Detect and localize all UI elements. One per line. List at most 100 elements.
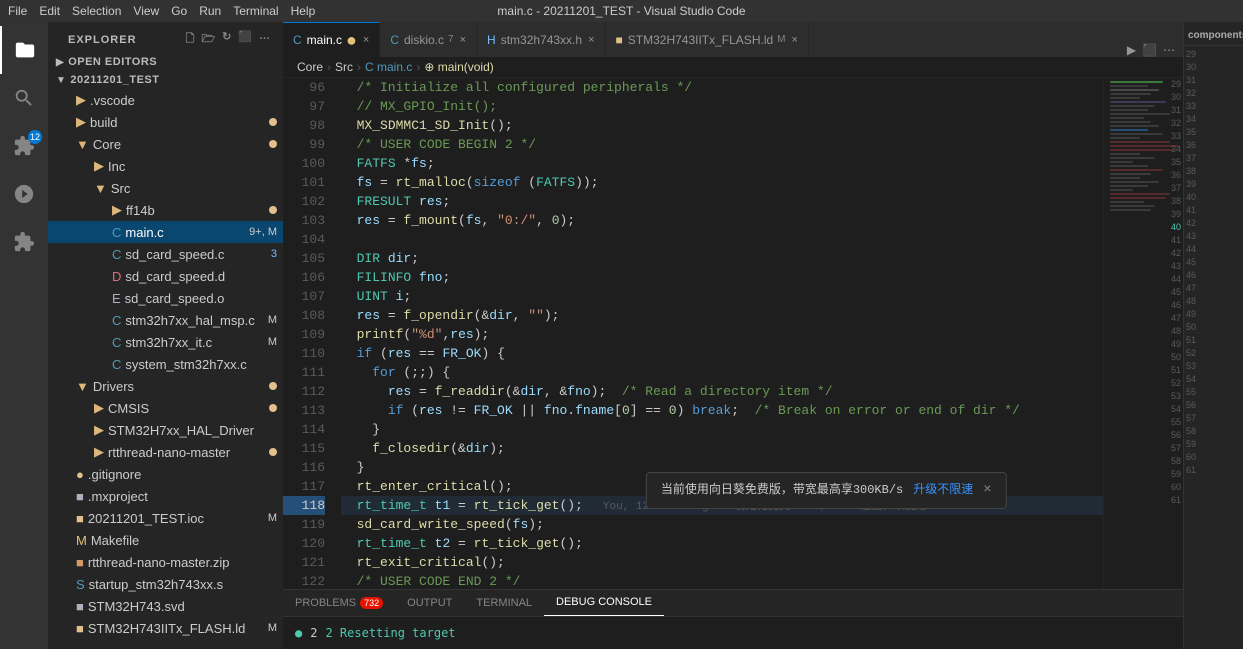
code-area[interactable]: /* Initialize all configured peripherals… xyxy=(333,78,1103,589)
toast-close-button[interactable]: × xyxy=(983,481,991,500)
collapse-icon[interactable]: ⬛ xyxy=(238,30,253,49)
activity-explorer[interactable] xyxy=(0,26,48,74)
file-sd-card-speed-o[interactable]: E sd_card_speed.o xyxy=(48,287,283,309)
activity-search[interactable] xyxy=(0,74,48,122)
ln-101: 101 xyxy=(283,173,325,192)
tab-stm32h743xx-h[interactable]: H stm32h743xx.h × xyxy=(477,22,606,57)
bottom-content: ● 2 2 Resetting target xyxy=(283,617,1183,649)
file-stm32h7xx-it[interactable]: C stm32h7xx_it.c M xyxy=(48,331,283,353)
file-vscode[interactable]: ▶ .vscode xyxy=(48,89,283,111)
breadcrumb-part-src[interactable]: Src xyxy=(335,60,353,74)
tab-debug-console[interactable]: DEBUG CONSOLE xyxy=(544,589,664,616)
debug-icon[interactable]: ⬛ xyxy=(1142,43,1157,57)
file-hal-driver[interactable]: ▶ STM32H7xx_HAL_Driver xyxy=(48,419,283,441)
folder-open-icon: ▼ xyxy=(76,137,89,152)
code-line-115: f_closedir(&dir); xyxy=(341,439,1103,458)
right-panel-header: components xyxy=(1184,26,1243,46)
file-ff14b[interactable]: ▶ ff14b xyxy=(48,199,283,221)
menu-edit[interactable]: Edit xyxy=(39,4,60,18)
breadcrumb-part-c[interactable]: C main.c xyxy=(365,60,412,74)
menu-terminal[interactable]: Terminal xyxy=(233,4,278,18)
activity-git[interactable]: 12 xyxy=(0,122,48,170)
svd-icon: ■ xyxy=(76,599,84,614)
problems-label: PROBLEMS xyxy=(295,597,356,609)
file-main-c[interactable]: C main.c 9+, M xyxy=(48,221,283,243)
activity-extensions[interactable] xyxy=(0,218,48,266)
debug-console-label: DEBUG CONSOLE xyxy=(556,596,652,608)
file-build[interactable]: ▶ build xyxy=(48,111,283,133)
tab-terminal[interactable]: TERMINAL xyxy=(464,589,544,616)
file-mxproject[interactable]: ■ .mxproject xyxy=(48,485,283,507)
run-icon[interactable]: ▶ xyxy=(1127,43,1136,57)
new-folder-icon[interactable]: 🗁 xyxy=(201,30,216,49)
minimap[interactable]: 2930313233 3435363738 3940414243 4445464… xyxy=(1103,78,1183,589)
ln-109: 109 xyxy=(283,325,325,344)
file-src[interactable]: ▼ Src xyxy=(48,177,283,199)
file-label: STM32H743IITx_FLASH.ld xyxy=(88,621,268,636)
menu-selection[interactable]: Selection xyxy=(72,4,121,18)
activity-debug[interactable] xyxy=(0,170,48,218)
more-actions-icon[interactable]: ⋯ xyxy=(1163,43,1175,57)
toast-upgrade-link[interactable]: 升级不限速 xyxy=(913,481,973,500)
open-editors-section[interactable]: ▶ OPEN EDITORS xyxy=(48,53,283,71)
tab-diskio-c[interactable]: C diskio.c 7 × xyxy=(380,22,477,57)
file-stm32h7xx-hal-msp[interactable]: C stm32h7xx_hal_msp.c M xyxy=(48,309,283,331)
menu-go[interactable]: Go xyxy=(171,4,187,18)
d-file-icon: D xyxy=(112,269,121,284)
file-sd-card-speed-c[interactable]: C sd_card_speed.c 3 xyxy=(48,243,283,265)
refresh-icon[interactable]: ↻ xyxy=(222,30,232,49)
code-line-120: rt_time_t t2 = rt_tick_get(); xyxy=(341,534,1103,553)
tab-main-c[interactable]: C main.c ● × xyxy=(283,22,380,57)
more-icon[interactable]: … xyxy=(259,30,271,49)
file-gitignore[interactable]: ● .gitignore xyxy=(48,463,283,485)
tab-flash-ld[interactable]: ■ STM32H743IITx_FLASH.ld M × xyxy=(606,22,809,57)
code-line-104 xyxy=(341,230,1103,249)
folder-icon: ▶ xyxy=(94,422,104,438)
file-label: stm32h7xx_hal_msp.c xyxy=(125,313,267,328)
dot-modified xyxy=(269,382,277,390)
ln-122: 122 xyxy=(283,572,325,589)
o-file-icon: E xyxy=(112,291,121,306)
tab-close-button[interactable]: × xyxy=(363,34,369,46)
menu-view[interactable]: View xyxy=(133,4,159,18)
file-drivers[interactable]: ▼ Drivers xyxy=(48,375,283,397)
file-rtthread-zip[interactable]: ■ rtthread-nano-master.zip xyxy=(48,551,283,573)
file-ioc[interactable]: ■ 20211201_TEST.ioc M xyxy=(48,507,283,529)
ioc-icon: ■ xyxy=(76,511,84,526)
file-rtthread[interactable]: ▶ rtthread-nano-master xyxy=(48,441,283,463)
tab-problems[interactable]: PROBLEMS 732 xyxy=(283,589,395,616)
file-cmsis[interactable]: ▶ CMSIS xyxy=(48,397,283,419)
sidebar-header: EXPLORER 🗋 🗁 ↻ ⬛ … xyxy=(48,22,283,53)
file-flash-ld[interactable]: ■ STM32H743IITx_FLASH.ld M xyxy=(48,617,283,639)
file-label: Core xyxy=(93,137,269,152)
tab-modified-marker: M xyxy=(777,34,785,45)
tab-close-button[interactable]: × xyxy=(460,34,466,46)
project-section[interactable]: ▼ 20211201_TEST xyxy=(48,71,283,89)
breadcrumb-part-fn[interactable]: ⊕ main(void) xyxy=(424,60,493,74)
dot-modified xyxy=(269,404,277,412)
breadcrumb-part-core[interactable]: Core xyxy=(297,60,323,74)
folder-open-icon: ▼ xyxy=(76,379,89,394)
file-inc[interactable]: ▶ Inc xyxy=(48,155,283,177)
menu-file[interactable]: File xyxy=(8,4,27,18)
code-line-98: MX_SDMMC1_SD_Init(); xyxy=(341,116,1103,135)
file-makefile[interactable]: M Makefile xyxy=(48,529,283,551)
tab-close-button[interactable]: × xyxy=(792,34,798,46)
s-icon: S xyxy=(76,577,85,592)
open-editors-chevron: ▶ xyxy=(56,57,64,68)
file-startup-s[interactable]: S startup_stm32h743xx.s xyxy=(48,573,283,595)
ln-119: 119 xyxy=(283,515,325,534)
menu-run[interactable]: Run xyxy=(199,4,221,18)
ln-103: 103 xyxy=(283,211,325,230)
file-sd-card-speed-d[interactable]: D sd_card_speed.d xyxy=(48,265,283,287)
new-file-icon[interactable]: 🗋 xyxy=(186,30,196,49)
file-svd[interactable]: ■ STM32H743.svd xyxy=(48,595,283,617)
tab-output[interactable]: OUTPUT xyxy=(395,589,464,616)
file-system-stm32[interactable]: C system_stm32h7xx.c xyxy=(48,353,283,375)
tab-close-button[interactable]: × xyxy=(588,34,594,46)
code-line-108: res = f_opendir(&dir, ""); xyxy=(341,306,1103,325)
menu-help[interactable]: Help xyxy=(291,4,316,18)
file-label: .gitignore xyxy=(88,467,283,482)
file-core[interactable]: ▼ Core xyxy=(48,133,283,155)
project-chevron: ▼ xyxy=(56,75,66,86)
